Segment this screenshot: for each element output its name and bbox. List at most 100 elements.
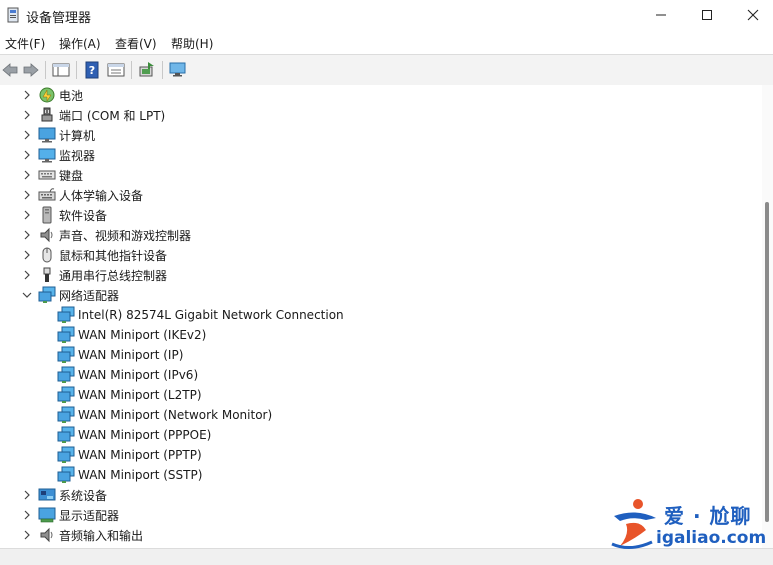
- mouse-icon: [38, 246, 56, 264]
- vertical-scrollbar[interactable]: [762, 85, 773, 548]
- network-adapter-item[interactable]: WAN Miniport (IP): [57, 345, 183, 365]
- tree-node-hid[interactable]: 人体学输入设备: [20, 185, 143, 205]
- chevron-right-icon[interactable]: [20, 485, 34, 505]
- maximize-button[interactable]: [684, 0, 730, 30]
- toolbar-separator: [76, 61, 77, 79]
- network-adapter-label: WAN Miniport (PPPOE): [78, 428, 212, 442]
- hid-icon: [38, 186, 56, 204]
- minimize-button[interactable]: [638, 0, 684, 30]
- scan-hardware-changes-button[interactable]: [168, 60, 188, 80]
- tree-node-label: 计算机: [59, 128, 96, 143]
- audio-io-icon: [38, 526, 56, 544]
- chevron-right-icon[interactable]: [20, 505, 34, 525]
- network-adapter-label: Intel(R) 82574L Gigabit Network Connecti…: [78, 308, 344, 322]
- network-adapter-item[interactable]: WAN Miniport (IPv6): [57, 365, 198, 385]
- tree-node-label: 网络适配器: [59, 288, 120, 303]
- title-bar: 设备管理器: [0, 0, 773, 32]
- monitor-icon: [38, 146, 56, 164]
- tree-node-mice[interactable]: 鼠标和其他指针设备: [20, 245, 167, 265]
- network-adapter-item[interactable]: Intel(R) 82574L Gigabit Network Connecti…: [57, 305, 344, 325]
- svg-text:?: ?: [89, 64, 95, 77]
- network-adapter-item[interactable]: WAN Miniport (PPTP): [57, 445, 202, 465]
- tree-node-keyboards[interactable]: 键盘: [20, 165, 83, 185]
- network-adapter-item[interactable]: WAN Miniport (IKEv2): [57, 325, 206, 345]
- tree-node-label: 人体学输入设备: [59, 188, 144, 203]
- properties-button[interactable]: [106, 60, 126, 80]
- computer-icon: [38, 126, 56, 144]
- network-adapter-item[interactable]: WAN Miniport (Network Monitor): [57, 405, 272, 425]
- network-adapter-icon: [57, 386, 75, 404]
- menu-help[interactable]: 帮助(H): [171, 35, 213, 52]
- network-adapter-item[interactable]: WAN Miniport (PPPOE): [57, 425, 211, 445]
- network-adapter-icon: [57, 346, 75, 364]
- tree-node-label: 显示适配器: [59, 508, 120, 523]
- tree-node-label: 电池: [59, 88, 84, 103]
- usb-icon: [38, 266, 56, 284]
- network-adapter-item[interactable]: WAN Miniport (SSTP): [57, 465, 202, 485]
- chevron-down-icon[interactable]: [20, 285, 34, 305]
- device-tree: 电池 端口 (COM 和 LPT) 计算机 监视器 键盘 人体学输入设备 软件设…: [0, 85, 762, 548]
- toolbar-separator: [131, 61, 132, 79]
- close-icon: [747, 9, 759, 21]
- network-adapter-item[interactable]: WAN Miniport (L2TP): [57, 385, 202, 405]
- monitor-scan-icon: [169, 62, 186, 77]
- network-adapter-icon: [57, 306, 75, 324]
- network-adapter-label: WAN Miniport (Network Monitor): [78, 408, 273, 422]
- device-manager-app-icon: [6, 7, 20, 23]
- menu-view[interactable]: 查看(V): [115, 35, 157, 52]
- properties-window-icon: [107, 63, 125, 77]
- close-button[interactable]: [730, 0, 773, 30]
- network-adapter-label: WAN Miniport (IKEv2): [78, 328, 207, 342]
- network-adapter-icon: [57, 366, 75, 384]
- tree-node-ports[interactable]: 端口 (COM 和 LPT): [20, 105, 165, 125]
- network-adapter-label: WAN Miniport (IP): [78, 348, 184, 362]
- tree-node-label: 声音、视频和游戏控制器: [59, 228, 192, 243]
- tree-node-computer[interactable]: 计算机: [20, 125, 95, 145]
- chevron-right-icon[interactable]: [20, 125, 34, 145]
- tree-node-monitors[interactable]: 监视器: [20, 145, 95, 165]
- scrollbar-thumb[interactable]: [765, 202, 769, 522]
- network-adapter-label: WAN Miniport (PPTP): [78, 448, 202, 462]
- tree-node-label: 监视器: [59, 148, 96, 163]
- tree-node-label: 端口 (COM 和 LPT): [59, 108, 166, 123]
- tree-node-network-adapters[interactable]: 网络适配器: [20, 285, 119, 305]
- tree-node-battery[interactable]: 电池: [20, 85, 83, 105]
- update-driver-button[interactable]: [137, 60, 157, 80]
- chevron-right-icon[interactable]: [20, 145, 34, 165]
- battery-icon: [38, 86, 56, 104]
- tree-node-sound-video-game[interactable]: 声音、视频和游戏控制器: [20, 225, 191, 245]
- network-adapter-icon: [57, 446, 75, 464]
- tree-node-usb-controllers[interactable]: 通用串行总线控制器: [20, 265, 167, 285]
- tree-node-software-devices[interactable]: 软件设备: [20, 205, 107, 225]
- chevron-right-icon[interactable]: [20, 105, 34, 125]
- chevron-right-icon[interactable]: [20, 225, 34, 245]
- chevron-right-icon[interactable]: [20, 185, 34, 205]
- menu-bar: 文件(F) 操作(A) 查看(V) 帮助(H): [0, 32, 773, 54]
- back-button[interactable]: [0, 60, 20, 80]
- speaker-icon: [38, 226, 56, 244]
- watermark-text-en: igaliao.com: [656, 528, 767, 548]
- chevron-right-icon[interactable]: [20, 525, 34, 545]
- tree-node-label: 鼠标和其他指针设备: [59, 248, 168, 263]
- network-adapter-icon: [38, 286, 56, 304]
- show-hide-console-tree-button[interactable]: [51, 60, 71, 80]
- tree-node-display-adapters[interactable]: 显示适配器: [20, 505, 119, 525]
- toolbar: ?: [0, 54, 773, 86]
- network-adapter-label: WAN Miniport (L2TP): [78, 388, 202, 402]
- console-tree-icon: [52, 63, 70, 77]
- minimize-icon: [656, 14, 666, 16]
- help-button[interactable]: ?: [82, 60, 102, 80]
- chevron-right-icon[interactable]: [20, 165, 34, 185]
- menu-action[interactable]: 操作(A): [59, 35, 101, 52]
- toolbar-separator: [162, 61, 163, 79]
- window-title: 设备管理器: [26, 11, 92, 26]
- chevron-right-icon[interactable]: [20, 265, 34, 285]
- tree-node-audio-io[interactable]: 音频输入和输出: [20, 525, 143, 545]
- chevron-right-icon[interactable]: [20, 245, 34, 265]
- network-adapter-icon: [57, 426, 75, 444]
- tree-node-system-devices[interactable]: 系统设备: [20, 485, 107, 505]
- chevron-right-icon[interactable]: [20, 85, 34, 105]
- chevron-right-icon[interactable]: [20, 205, 34, 225]
- menu-file[interactable]: 文件(F): [5, 35, 45, 52]
- forward-button[interactable]: [21, 60, 41, 80]
